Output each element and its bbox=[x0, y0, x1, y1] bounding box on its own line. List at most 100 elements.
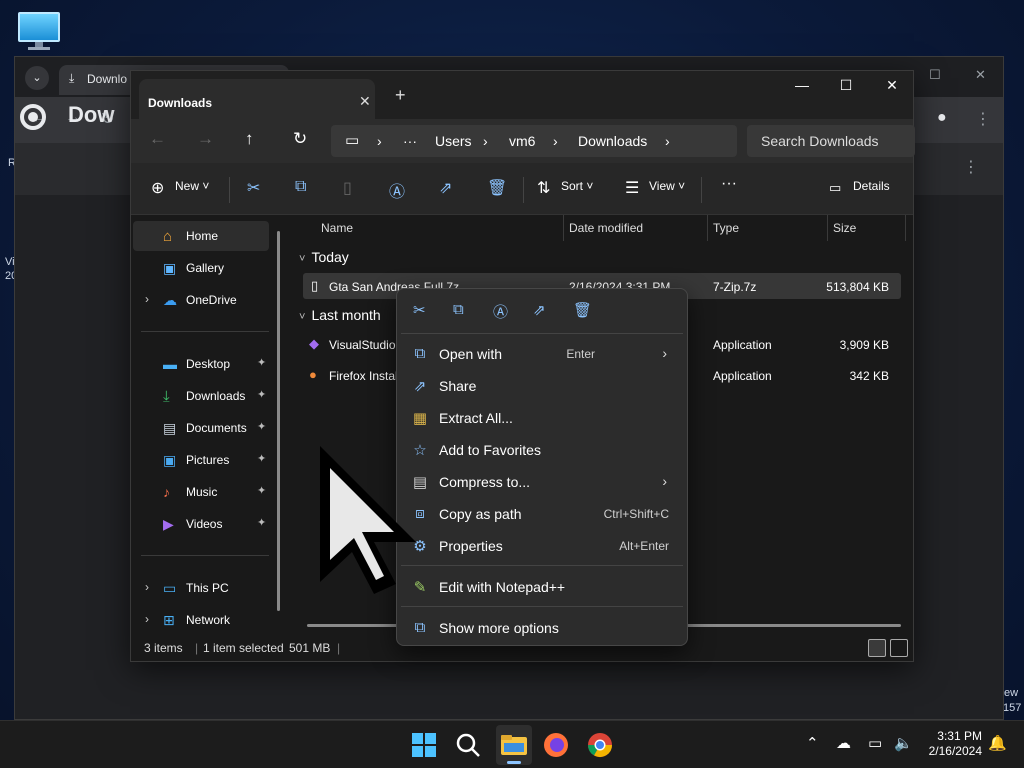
address-bar[interactable]: ▭ › ··· Users › vm6 › Downloads › bbox=[331, 125, 737, 157]
group-header-last-month[interactable]: ˅ Last month bbox=[299, 307, 381, 323]
breadcrumb-users[interactable]: Users bbox=[435, 133, 472, 149]
details-view-icon[interactable] bbox=[868, 639, 886, 657]
chrome-close-icon[interactable]: ✕ bbox=[975, 67, 986, 83]
nav-item-music[interactable]: ♪ Music ✦ bbox=[133, 477, 269, 507]
chevron-right-icon[interactable]: › bbox=[145, 580, 149, 594]
file-icon: ▯ bbox=[311, 278, 319, 293]
more-options-icon[interactable]: ··· bbox=[721, 175, 737, 193]
this-pc-desktop-icon[interactable] bbox=[18, 12, 60, 50]
sort-button[interactable]: Sort ˅ bbox=[561, 179, 593, 193]
breadcrumb-vm6[interactable]: vm6 bbox=[509, 133, 535, 149]
cut-icon[interactable]: ✂ bbox=[413, 301, 426, 319]
pin-icon: ✦ bbox=[257, 389, 267, 401]
chevron-right-icon: › bbox=[662, 473, 667, 489]
paste-icon[interactable]: ▯ bbox=[343, 178, 352, 198]
nav-item-downloads[interactable]: ⤓ Downloads ✦ bbox=[133, 381, 269, 411]
tab-close-icon[interactable]: ✕ bbox=[359, 93, 371, 110]
nav-item-desktop[interactable]: ▬ Desktop ✦ bbox=[133, 349, 269, 379]
page-menu-icon[interactable]: ⋮ bbox=[963, 157, 979, 177]
menu-item-compress-to[interactable]: ▤ Compress to... › bbox=[401, 467, 683, 497]
file-size: 3,909 KB bbox=[839, 338, 889, 352]
search-icon[interactable] bbox=[452, 729, 484, 761]
menu-item-show-more-options[interactable]: ⧉ Show more options bbox=[401, 613, 683, 643]
up-icon[interactable]: ↑ bbox=[245, 129, 254, 149]
status-divider: | bbox=[337, 641, 341, 655]
notification-bell-icon[interactable]: 🔔 bbox=[988, 734, 1007, 752]
chevron-right-icon[interactable]: › bbox=[145, 612, 149, 626]
menu-item-properties[interactable]: ⚙ Properties Alt+Enter bbox=[401, 531, 683, 561]
menu-item-edit-with-notepad[interactable]: ✎ Edit with Notepad++ bbox=[401, 572, 683, 602]
chrome-maximize-icon[interactable]: ☐ bbox=[929, 67, 941, 83]
rename-icon[interactable]: Ⓐ bbox=[493, 301, 508, 322]
nav-item-this-pc[interactable]: › ▭ This PC bbox=[133, 573, 269, 603]
search-input[interactable]: Search Downloads bbox=[747, 125, 915, 157]
share-icon[interactable]: ⇗ bbox=[439, 178, 452, 198]
forward-icon[interactable]: → bbox=[197, 129, 214, 149]
tab-search-icon[interactable]: ⌄ bbox=[25, 66, 49, 90]
nav-scrollbar[interactable] bbox=[277, 231, 280, 611]
cloud-icon: ☁ bbox=[163, 292, 177, 308]
close-icon[interactable]: ✕ bbox=[877, 77, 907, 94]
refresh-icon[interactable]: ↻ bbox=[293, 129, 307, 149]
breadcrumb-downloads[interactable]: Downloads bbox=[578, 133, 647, 149]
status-item-count: 3 items bbox=[144, 641, 183, 655]
copy-icon[interactable]: ⧉ bbox=[453, 301, 464, 318]
menu-item-extract-all[interactable]: ▦ Extract All... bbox=[401, 403, 683, 433]
chevron-down-icon: ˅ bbox=[299, 311, 306, 323]
maximize-icon[interactable]: ☐ bbox=[831, 77, 861, 94]
file-explorer-icon[interactable] bbox=[498, 729, 530, 761]
details-button[interactable]: Details bbox=[853, 179, 890, 193]
onedrive-icon[interactable]: ☁ bbox=[836, 734, 851, 752]
this-pc-icon: ▭ bbox=[163, 580, 177, 596]
nav-item-videos[interactable]: ▶ Videos ✦ bbox=[133, 509, 269, 539]
system-clock[interactable]: 3:31 PM 2/16/2024 bbox=[929, 729, 982, 759]
menu-item-add-to-favorites[interactable]: ☆ Add to Favorites bbox=[401, 435, 683, 465]
column-date-modified[interactable]: Date modified bbox=[569, 221, 643, 235]
share-icon[interactable]: ⇗ bbox=[533, 301, 546, 319]
nav-item-onedrive[interactable]: › ☁ OneDrive bbox=[133, 285, 269, 315]
column-name[interactable]: Name bbox=[321, 221, 353, 235]
delete-icon[interactable]: 🗑 bbox=[487, 178, 507, 198]
minimize-icon[interactable]: — bbox=[787, 77, 817, 93]
file-name: Firefox Instal bbox=[329, 369, 398, 383]
context-menu-quick-actions: ✂ ⧉ Ⓐ ⇗ 🗑 bbox=[397, 289, 687, 333]
back-icon[interactable]: ← bbox=[149, 129, 166, 149]
delete-icon[interactable]: 🗑 bbox=[573, 301, 592, 319]
overflow-icon[interactable]: ··· bbox=[403, 133, 417, 149]
cut-icon[interactable]: ✂ bbox=[247, 178, 260, 198]
show-hidden-icons-icon[interactable]: ⌃ bbox=[806, 734, 819, 752]
nav-item-network[interactable]: › ⊞ Network bbox=[133, 605, 269, 635]
nav-item-pictures[interactable]: ▣ Pictures ✦ bbox=[133, 445, 269, 475]
menu-item-share[interactable]: ⇗ Share bbox=[401, 371, 683, 401]
sort-icon: ⇅ bbox=[537, 180, 551, 197]
explorer-tab[interactable]: Downloads ✕ bbox=[139, 79, 375, 119]
chevron-right-icon[interactable]: › bbox=[145, 292, 149, 306]
downloads-icon: ⤓ bbox=[163, 388, 170, 405]
column-size[interactable]: Size bbox=[833, 221, 856, 235]
chevron-down-icon: ˅ bbox=[299, 253, 306, 265]
start-icon[interactable] bbox=[408, 729, 440, 761]
new-tab-icon[interactable]: + bbox=[395, 85, 406, 106]
share-icon: ⇗ bbox=[413, 378, 427, 395]
music-icon: ♪ bbox=[163, 484, 170, 500]
explorer-tab-title: Downloads bbox=[148, 96, 213, 110]
clock-time: 3:31 PM bbox=[937, 729, 982, 743]
group-header-today[interactable]: ˅ Today bbox=[299, 249, 349, 265]
nav-item-documents[interactable]: ▤ Documents ✦ bbox=[133, 413, 269, 443]
chrome-menu-icon[interactable]: ⋮ bbox=[975, 109, 991, 129]
menu-item-copy-as-path[interactable]: ⧈ Copy as path Ctrl+Shift+C bbox=[401, 499, 683, 529]
volume-muted-icon[interactable]: 🔈 bbox=[894, 734, 913, 752]
menu-item-open-with[interactable]: ⧉ Open with Enter › bbox=[401, 339, 683, 369]
tiles-view-icon[interactable] bbox=[890, 639, 908, 657]
nav-item-gallery[interactable]: ▣ Gallery bbox=[133, 253, 269, 283]
profile-icon[interactable]: ● bbox=[937, 109, 947, 127]
nav-item-home[interactable]: ⌂ Home bbox=[133, 221, 269, 251]
chrome-icon[interactable] bbox=[584, 729, 616, 761]
network-icon[interactable]: ▭ bbox=[868, 734, 882, 752]
firefox-icon[interactable] bbox=[540, 729, 572, 761]
column-type[interactable]: Type bbox=[713, 221, 739, 235]
copy-icon[interactable]: ⧉ bbox=[295, 178, 306, 196]
new-button[interactable]: New ˅ bbox=[175, 179, 209, 193]
rename-icon[interactable]: Ⓐ bbox=[389, 178, 405, 202]
view-button[interactable]: View ˅ bbox=[649, 179, 685, 193]
